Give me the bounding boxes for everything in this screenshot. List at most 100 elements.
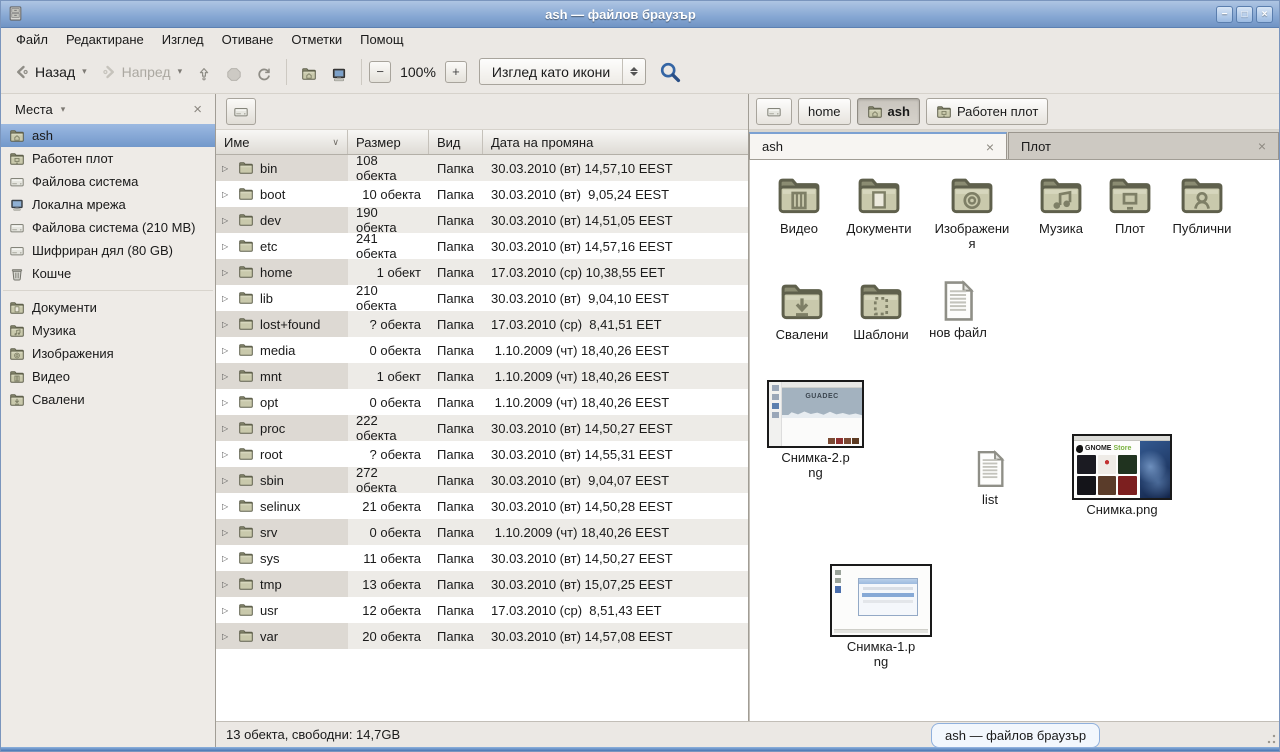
icon-item[interactable]: Публични bbox=[1161, 172, 1243, 252]
file-list[interactable]: list bbox=[955, 448, 1025, 508]
expander-icon[interactable]: ▷ bbox=[222, 632, 232, 641]
titlebar[interactable]: ash — файлов браузър − □ × bbox=[1, 1, 1279, 28]
sidebar-item-desktop[interactable]: Работен плот bbox=[1, 147, 215, 170]
table-row[interactable]: ▷home1 обектПапка17.03.2010 (ср) 10,38,5… bbox=[216, 259, 748, 285]
tab-ash[interactable]: ash× bbox=[749, 132, 1007, 159]
table-row[interactable]: ▷dev190 обектаПапка30.03.2010 (вт) 14,51… bbox=[216, 207, 748, 233]
icon-item[interactable]: Плот bbox=[1101, 172, 1159, 252]
table-row[interactable]: ▷boot10 обектаПапка30.03.2010 (вт) 9,05,… bbox=[216, 181, 748, 207]
expander-icon[interactable]: ▷ bbox=[222, 398, 232, 407]
menu-file[interactable]: Файл bbox=[7, 30, 57, 49]
icon-item[interactable]: нов файл bbox=[921, 278, 995, 343]
column-name[interactable]: Име∨ bbox=[216, 130, 348, 154]
sidebar-item-ash[interactable]: ash bbox=[1, 124, 215, 147]
icon-item[interactable]: Изображения bbox=[923, 172, 1021, 252]
path-ash-button[interactable]: ash bbox=[857, 98, 920, 125]
up-button[interactable] bbox=[189, 59, 219, 85]
table-row[interactable]: ▷sys11 обектаПапка30.03.2010 (вт) 14,50,… bbox=[216, 545, 748, 571]
table-row[interactable]: ▷srv0 обектаПапка 1.10.2009 (чт) 18,40,2… bbox=[216, 519, 748, 545]
places-selector[interactable]: Места ▾ bbox=[9, 99, 188, 120]
table-row[interactable]: ▷proc222 обектаПапка30.03.2010 (вт) 14,5… bbox=[216, 415, 748, 441]
table-row[interactable]: ▷usr12 обектаПапка17.03.2010 (ср) 8,51,4… bbox=[216, 597, 748, 623]
table-row[interactable]: ▷mnt1 обектПапка 1.10.2009 (чт) 18,40,26… bbox=[216, 363, 748, 389]
menu-help[interactable]: Помощ bbox=[351, 30, 412, 49]
path-home-button[interactable]: home bbox=[798, 98, 851, 125]
home-button[interactable] bbox=[294, 59, 324, 85]
expander-icon[interactable]: ▷ bbox=[222, 190, 232, 199]
file-snimka2[interactable]: GUADECСнимка-2.png bbox=[767, 380, 864, 481]
file-snimka1[interactable]: Снимка-1.png bbox=[830, 564, 932, 670]
expander-icon[interactable]: ▷ bbox=[222, 502, 232, 511]
back-button[interactable]: Назад ▾ bbox=[7, 59, 94, 85]
stop-button[interactable] bbox=[219, 59, 249, 85]
chevron-down-icon[interactable]: ▾ bbox=[82, 66, 87, 77]
menu-edit[interactable]: Редактиране bbox=[57, 30, 153, 49]
snimka2-thumbnail[interactable]: GUADEC bbox=[767, 380, 864, 448]
column-date[interactable]: Дата на промяна bbox=[483, 130, 748, 154]
view-mode-select[interactable]: Изглед като икони bbox=[479, 58, 646, 85]
icon-item[interactable]: Документи bbox=[837, 172, 921, 252]
spinner-icon[interactable] bbox=[622, 59, 645, 84]
table-row[interactable]: ▷sbin272 обектаПапка30.03.2010 (вт) 9,04… bbox=[216, 467, 748, 493]
sidebar-item-filesystem-210mb[interactable]: Файлова система (210 MB) bbox=[1, 216, 215, 239]
expander-icon[interactable]: ▷ bbox=[222, 164, 232, 173]
snimka1-thumbnail[interactable] bbox=[830, 564, 932, 637]
menu-go[interactable]: Отиване bbox=[213, 30, 283, 49]
tab-plot[interactable]: Плот× bbox=[1008, 132, 1279, 159]
tab-close-icon[interactable]: × bbox=[986, 139, 994, 155]
resize-grip[interactable] bbox=[1265, 734, 1276, 745]
zoom-in-button[interactable]: + bbox=[445, 61, 467, 83]
expander-icon[interactable]: ▷ bbox=[222, 372, 232, 381]
expander-icon[interactable]: ▷ bbox=[222, 606, 232, 615]
table-row[interactable]: ▷lib210 обектаПапка30.03.2010 (вт) 9,04,… bbox=[216, 285, 748, 311]
close-button[interactable]: × bbox=[1256, 6, 1273, 23]
search-button[interactable] bbox=[658, 60, 682, 84]
menu-view[interactable]: Изглед bbox=[153, 30, 213, 49]
sidebar-item-downloads[interactable]: Свалени bbox=[1, 388, 215, 411]
column-kind[interactable]: Вид bbox=[429, 130, 483, 154]
root-location-button[interactable] bbox=[226, 98, 256, 125]
expander-icon[interactable]: ▷ bbox=[222, 320, 232, 329]
expander-icon[interactable]: ▷ bbox=[222, 216, 232, 225]
menu-bookmarks[interactable]: Отметки bbox=[282, 30, 351, 49]
expander-icon[interactable]: ▷ bbox=[222, 346, 232, 355]
zoom-out-button[interactable]: − bbox=[369, 61, 391, 83]
table-row[interactable]: ▷lost+found? обектаПапка17.03.2010 (ср) … bbox=[216, 311, 748, 337]
expander-icon[interactable]: ▷ bbox=[222, 242, 232, 251]
table-row[interactable]: ▷bin108 обектаПапка30.03.2010 (вт) 14,57… bbox=[216, 155, 748, 181]
computer-button[interactable] bbox=[324, 59, 354, 85]
maximize-button[interactable]: □ bbox=[1236, 6, 1253, 23]
sidebar-item-local-network[interactable]: Локална мрежа bbox=[1, 193, 215, 216]
minimize-button[interactable]: − bbox=[1216, 6, 1233, 23]
column-size[interactable]: Размер bbox=[348, 130, 429, 154]
expander-icon[interactable]: ▷ bbox=[222, 450, 232, 459]
sidebar-item-trash[interactable]: Кошче bbox=[1, 262, 215, 285]
sidebar-item-encrypted-80gb[interactable]: Шифриран дял (80 GB) bbox=[1, 239, 215, 262]
icon-item[interactable]: Свалени bbox=[763, 278, 841, 343]
table-row[interactable]: ▷media0 обектаПапка 1.10.2009 (чт) 18,40… bbox=[216, 337, 748, 363]
table-row[interactable]: ▷etc241 обектаПапка30.03.2010 (вт) 14,57… bbox=[216, 233, 748, 259]
path-root-button[interactable] bbox=[756, 98, 792, 125]
table-row[interactable]: ▷tmp13 обектаПапка30.03.2010 (вт) 15,07,… bbox=[216, 571, 748, 597]
taskbar-window-button[interactable]: ash — файлов браузър bbox=[931, 723, 1100, 748]
sidebar-item-video[interactable]: Видео bbox=[1, 365, 215, 388]
expander-icon[interactable]: ▷ bbox=[222, 294, 232, 303]
file-snimka[interactable]: GNOMEStoreСнимка.png bbox=[1067, 434, 1177, 518]
expander-icon[interactable]: ▷ bbox=[222, 476, 232, 485]
table-row[interactable]: ▷opt0 обектаПапка 1.10.2009 (чт) 18,40,2… bbox=[216, 389, 748, 415]
sidebar-item-filesystem[interactable]: Файлова система bbox=[1, 170, 215, 193]
expander-icon[interactable]: ▷ bbox=[222, 554, 232, 563]
expander-icon[interactable]: ▷ bbox=[222, 424, 232, 433]
path-desktop-button[interactable]: Работен плот bbox=[926, 98, 1048, 125]
expander-icon[interactable]: ▷ bbox=[222, 580, 232, 589]
sidebar-close-icon[interactable]: × bbox=[188, 101, 207, 118]
sidebar-item-music[interactable]: Музика bbox=[1, 319, 215, 342]
table-row[interactable]: ▷selinux21 обектаПапка30.03.2010 (вт) 14… bbox=[216, 493, 748, 519]
table-row[interactable]: ▷root? обектаПапка30.03.2010 (вт) 14,55,… bbox=[216, 441, 748, 467]
forward-button[interactable]: Напред ▾ bbox=[94, 59, 189, 85]
reload-button[interactable] bbox=[249, 59, 279, 85]
table-row[interactable]: ▷var20 обектаПапка30.03.2010 (вт) 14,57,… bbox=[216, 623, 748, 649]
expander-icon[interactable]: ▷ bbox=[222, 528, 232, 537]
snimka-thumbnail[interactable]: GNOMEStore bbox=[1072, 434, 1172, 500]
icon-item[interactable]: Музика bbox=[1023, 172, 1099, 252]
